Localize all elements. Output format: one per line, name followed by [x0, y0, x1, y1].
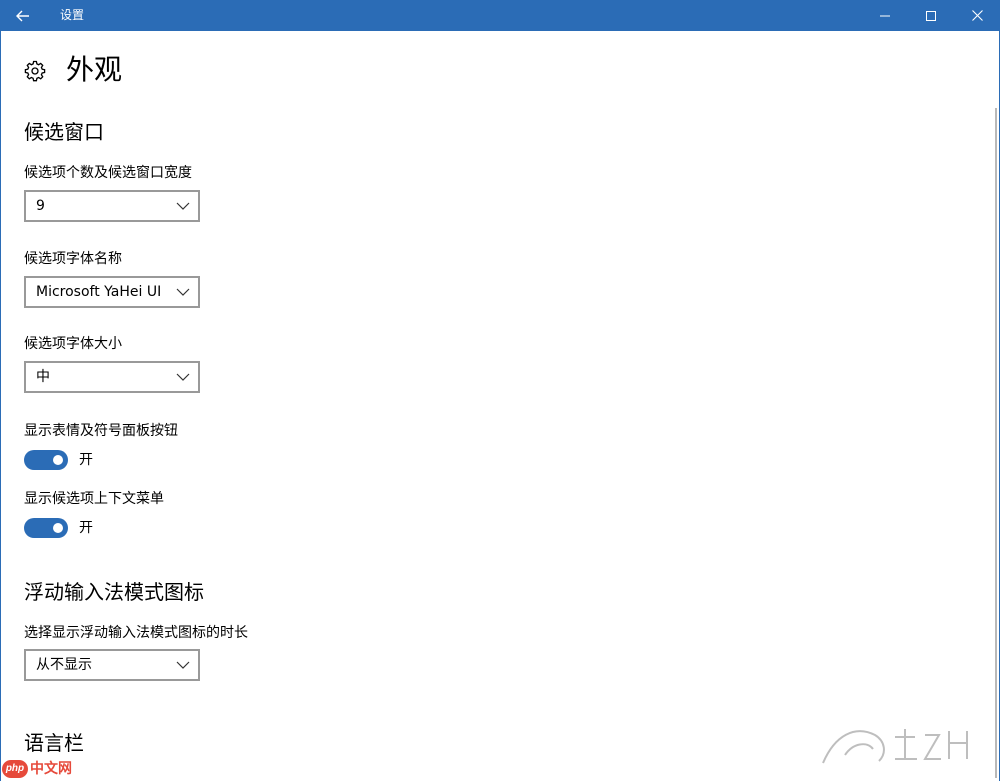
- maximize-button[interactable]: [908, 0, 954, 31]
- chevron-down-icon: [176, 288, 190, 296]
- section-title-floating-ime: 浮动输入法模式图标: [24, 580, 204, 604]
- toggle-knob: [53, 523, 63, 533]
- arrow-left-icon: [16, 10, 29, 21]
- floating-ime-duration-dropdown[interactable]: 从不显示: [24, 649, 200, 681]
- watermark-logo: [822, 729, 968, 764]
- php-cn-watermark: php 中文网: [0, 758, 72, 781]
- title-bar: 设置: [0, 0, 1000, 31]
- floating-ime-duration-label: 选择显示浮动输入法模式图标的时长: [24, 625, 248, 641]
- section-title-language-bar: 语言栏: [24, 731, 84, 755]
- candidate-font-name-value: Microsoft YaHei UI: [36, 284, 162, 300]
- php-badge: php: [2, 760, 28, 778]
- context-menu-label: 显示候选项上下文菜单: [24, 491, 164, 507]
- emoji-button-toggle[interactable]: [24, 450, 68, 470]
- close-icon: [971, 10, 983, 21]
- candidate-font-name-dropdown[interactable]: Microsoft YaHei UI: [24, 276, 200, 308]
- chevron-down-icon: [176, 373, 190, 381]
- emoji-button-label: 显示表情及符号面板按钮: [24, 423, 178, 439]
- page-title: 外观: [66, 53, 123, 86]
- back-button[interactable]: [0, 0, 46, 31]
- candidate-count-label: 候选项个数及候选窗口宽度: [24, 165, 192, 181]
- section-title-candidate-window: 候选窗口: [24, 120, 104, 144]
- emoji-button-state: 开: [79, 452, 93, 468]
- watermark-text: 中文网: [30, 761, 72, 777]
- window-border-left: [0, 31, 1, 781]
- candidate-font-size-value: 中: [36, 369, 50, 385]
- gear-icon: [24, 60, 46, 82]
- chevron-down-icon: [176, 661, 190, 669]
- candidate-count-dropdown[interactable]: 9: [24, 190, 200, 222]
- candidate-font-size-label: 候选项字体大小: [24, 336, 122, 352]
- candidate-font-name-label: 候选项字体名称: [24, 251, 122, 267]
- floating-ime-duration-value: 从不显示: [36, 657, 92, 673]
- vertical-scrollbar[interactable]: [995, 108, 997, 778]
- context-menu-state: 开: [79, 520, 93, 536]
- candidate-font-size-dropdown[interactable]: 中: [24, 361, 200, 393]
- toggle-knob: [53, 455, 63, 465]
- context-menu-toggle[interactable]: [24, 518, 68, 538]
- close-button[interactable]: [954, 0, 1000, 31]
- chevron-down-icon: [176, 202, 190, 210]
- candidate-count-value: 9: [36, 198, 45, 214]
- minimize-button[interactable]: [862, 0, 908, 31]
- window-title: 设置: [60, 8, 85, 22]
- minimize-icon: [880, 15, 890, 16]
- maximize-icon: [926, 10, 936, 21]
